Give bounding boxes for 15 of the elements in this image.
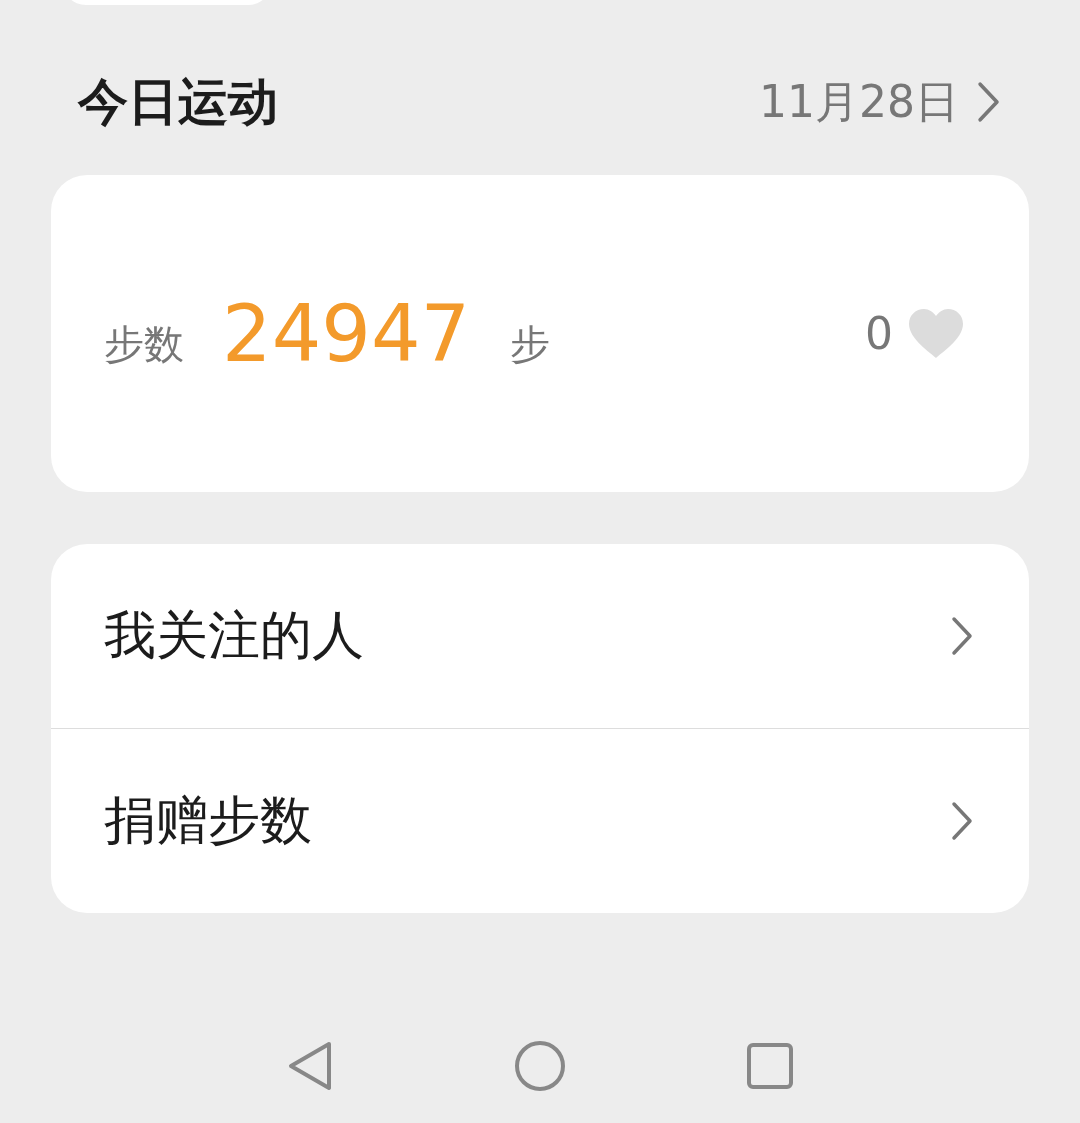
section-title: 今日运动 bbox=[78, 71, 278, 133]
chevron-right-icon bbox=[951, 801, 973, 841]
date-selector[interactable]: 11月28日 bbox=[758, 72, 1000, 132]
menu-item[interactable]: 我关注的人 bbox=[51, 544, 1029, 728]
chevron-right-icon bbox=[951, 616, 973, 656]
heart-icon[interactable] bbox=[907, 307, 965, 360]
menu-item[interactable]: 捐赠步数 bbox=[51, 728, 1029, 913]
steps-label: 步数 bbox=[104, 320, 184, 369]
chevron-right-icon bbox=[976, 81, 1000, 123]
like-count: 0 bbox=[865, 308, 893, 359]
steps-unit: 步 bbox=[510, 320, 551, 369]
steps-value: 24947 bbox=[222, 288, 471, 379]
back-icon bbox=[287, 1041, 333, 1091]
home-icon bbox=[514, 1040, 566, 1092]
recent-apps-icon bbox=[747, 1043, 793, 1089]
